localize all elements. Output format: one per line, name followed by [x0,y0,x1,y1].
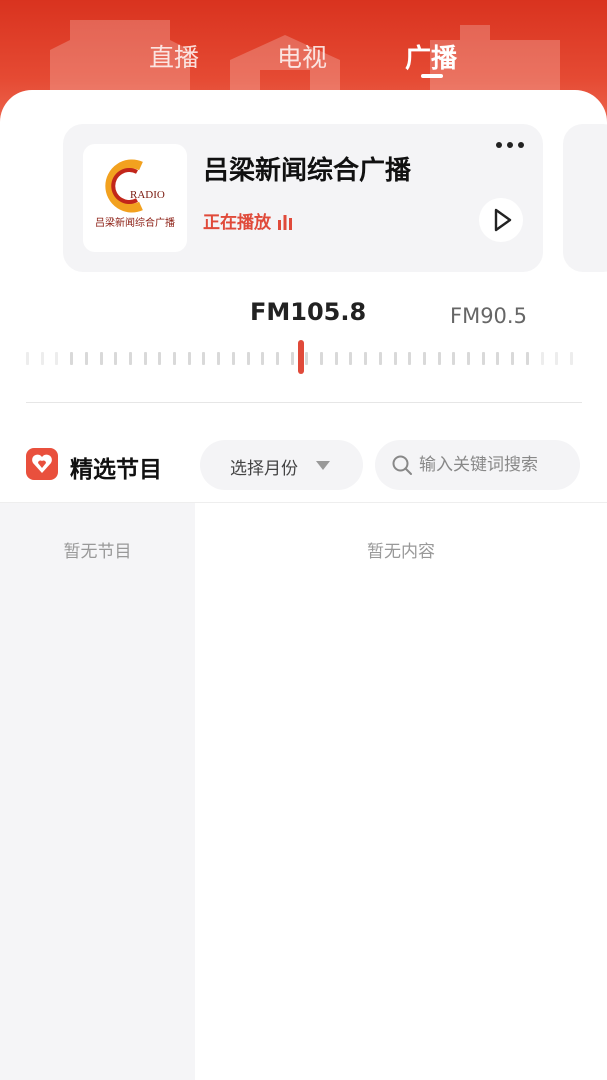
frequency-marker[interactable] [298,340,304,374]
dial-tick [496,352,500,365]
top-tab-bar: 直播 电视 广播 [0,28,607,88]
dial-tick [305,352,309,365]
current-frequency: FM105.8 [250,298,367,326]
dial-tick [246,352,250,365]
dial-tick [320,352,323,365]
more-dots-icon[interactable] [495,140,525,150]
station-card[interactable]: RADIO 吕梁新闻综合广播 吕梁新闻综合广播 正在播放 [63,124,543,272]
play-icon [494,208,512,232]
dial-tick [437,352,441,365]
heart-badge-icon [26,448,58,480]
now-playing-status: 正在播放 [203,208,293,233]
logo-station-name: 吕梁新闻综合广播 [95,218,175,229]
dial-tick [290,352,294,365]
dial-tick [408,352,412,365]
dial-tick [55,352,59,365]
search-input[interactable] [419,448,571,482]
dial-tick [540,352,544,365]
dial-tick [143,352,147,365]
tab-tv[interactable]: 电视 [277,38,327,74]
tab-radio[interactable]: 广播 [405,38,457,75]
dial-tick [525,352,529,365]
now-playing-label: 正在播放 [203,213,271,233]
dial-tick [364,352,368,365]
program-list: 暂无节目 [0,503,195,1080]
dial-tick [378,352,382,365]
search-icon [392,455,412,475]
dial-tick [261,352,265,365]
next-station-card[interactable] [563,124,607,272]
month-select-label: 选择月份 [230,459,298,479]
dial-tick [187,352,191,365]
dial-tick [202,352,206,365]
dial-tick [467,352,470,365]
dial-tick [114,352,118,365]
dial-tick [511,352,515,365]
frequency-dial[interactable] [26,352,582,366]
dial-tick [569,352,573,365]
dial-tick [349,352,353,365]
dial-tick [40,352,44,365]
dial-tick [555,352,559,365]
dial-tick [452,352,456,365]
dial-tick [231,352,235,365]
month-select[interactable]: 选择月份 [200,440,363,490]
play-button[interactable] [479,198,523,242]
dial-tick [84,352,88,365]
program-list-area: 暂无节目 暂无内容 [0,502,607,1080]
section-title: 精选节目 [70,457,162,483]
dial-tick [217,352,221,365]
dial-tick [422,352,426,365]
dial-tick [275,352,279,365]
dial-tick [481,352,485,365]
logo-radio-text: RADIO [130,189,165,201]
audio-bars-icon [278,215,292,230]
dial-tick [99,352,103,365]
station-logo: RADIO 吕梁新闻综合广播 [83,144,187,252]
dial-tick [334,352,338,365]
content-sheet: RADIO 吕梁新闻综合广播 吕梁新闻综合广播 正在播放 FM105.8 FM9… [0,90,607,1080]
dial-tick [393,352,397,365]
station-name: 吕梁新闻综合广播 [203,156,412,186]
caret-down-icon [316,461,330,470]
dial-tick [128,352,132,365]
tab-live[interactable]: 直播 [149,38,199,74]
next-frequency[interactable]: FM90.5 [450,304,527,328]
active-tab-indicator [421,74,443,78]
no-content-text: 暂无内容 [367,542,435,562]
divider [26,402,582,403]
search-box[interactable] [375,440,580,490]
dial-tick [158,352,162,365]
dial-tick [173,352,176,365]
dial-tick [70,352,74,365]
dial-tick [26,352,29,365]
no-programs-text: 暂无节目 [63,542,132,562]
